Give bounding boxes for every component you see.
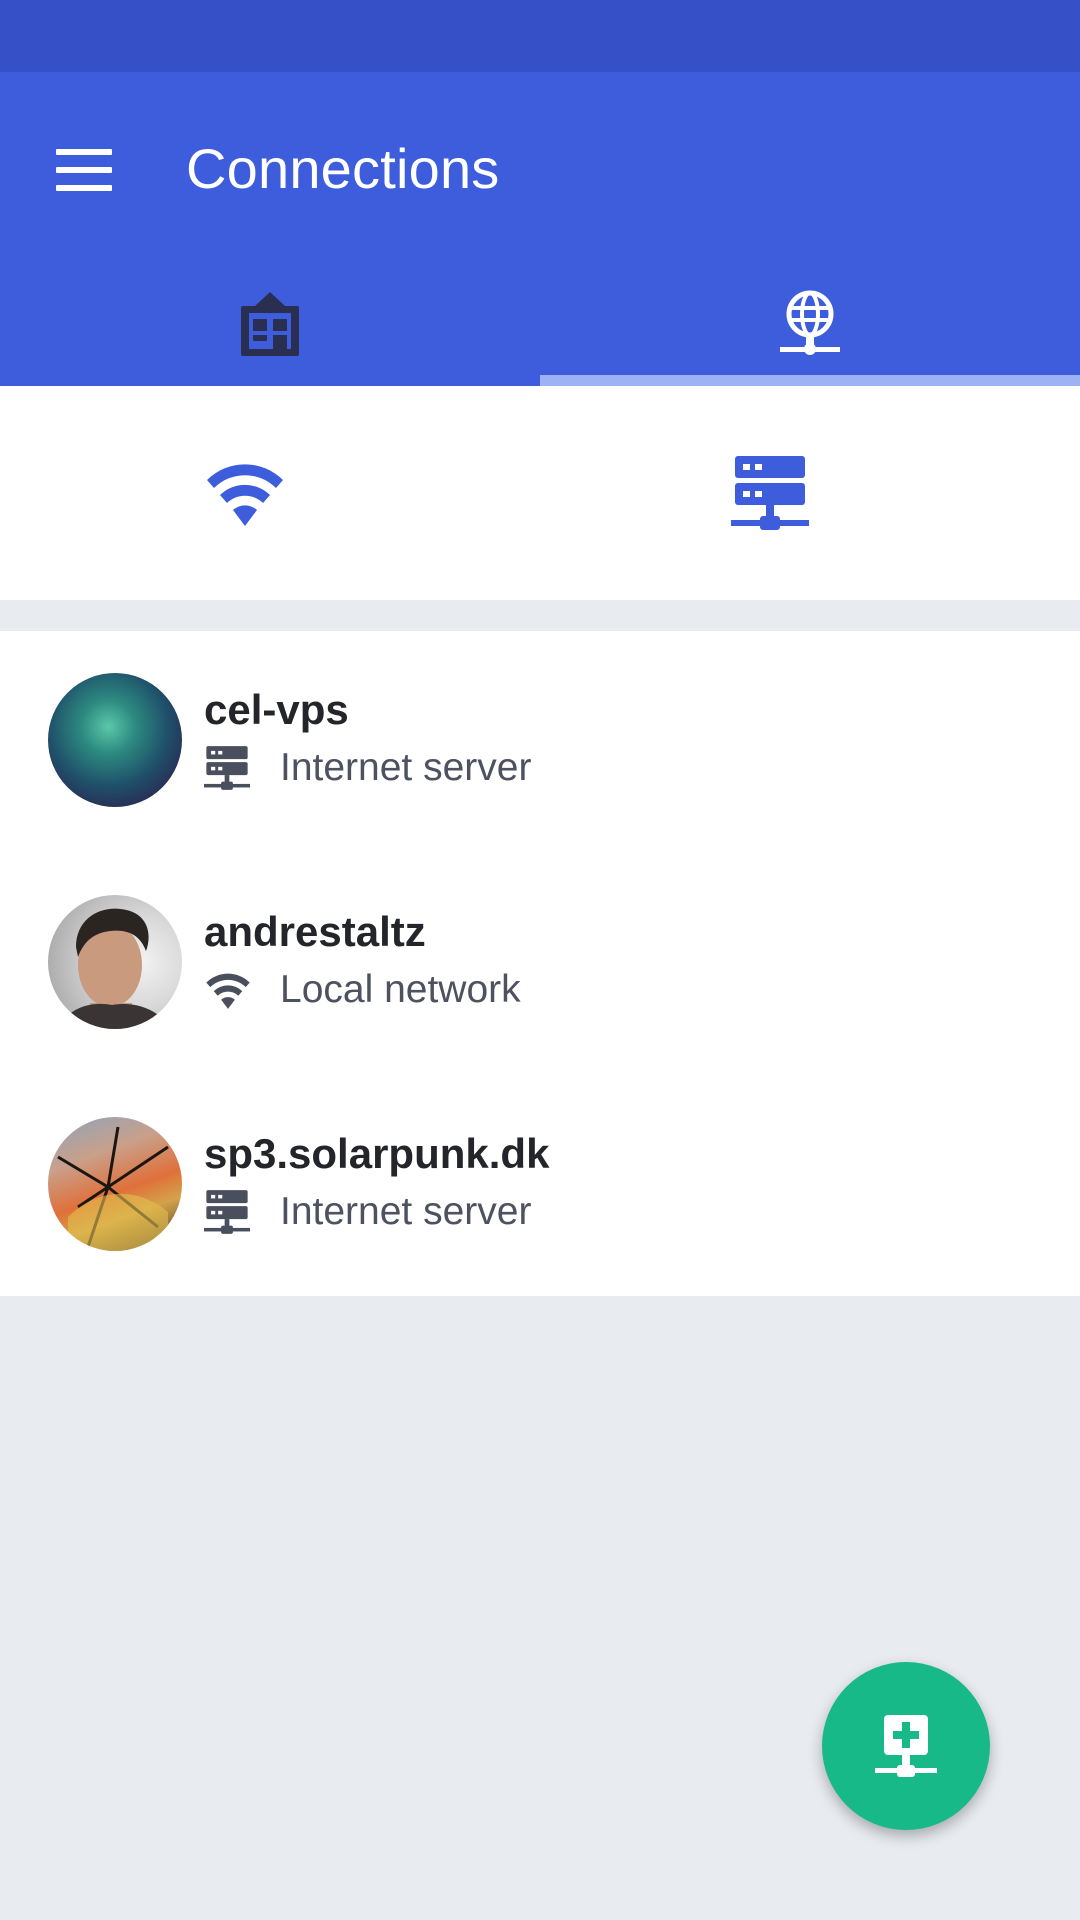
connection-type-label: Local network [280, 967, 521, 1011]
connection-type: Internet server [204, 743, 531, 793]
wifi-icon [204, 966, 256, 1014]
add-server-button[interactable] [822, 1662, 990, 1830]
server-icon [204, 1188, 256, 1236]
globe-network-icon [780, 290, 840, 355]
list-item[interactable]: andrestaltz Local network [0, 853, 1080, 1075]
subtab-local-network[interactable] [0, 386, 540, 600]
list-item[interactable]: sp3.solarpunk.dk Internet server [0, 1075, 1080, 1297]
building-icon [241, 292, 299, 356]
connection-type-label: Internet server [280, 1189, 532, 1233]
connection-type: Local network [204, 965, 521, 1015]
status-bar [0, 0, 1080, 72]
tab-internet[interactable] [540, 262, 1080, 386]
connection-list: cel-vps Internet server andrestaltz Loca… [0, 631, 1080, 1296]
tab-indicator [540, 375, 1080, 386]
list-item[interactable]: cel-vps Internet server [0, 631, 1080, 853]
avatar [48, 1117, 182, 1251]
connection-type: Internet server [204, 1187, 531, 1237]
app-bar: Connections [0, 72, 1080, 386]
avatar [48, 673, 182, 807]
connection-type-label: Internet server [280, 745, 532, 789]
page-title: Connections [186, 137, 500, 200]
hamburger-menu-icon[interactable] [50, 136, 118, 204]
connection-name: cel-vps [204, 686, 349, 733]
add-server-icon [875, 1715, 937, 1777]
subtab-bar [0, 386, 1080, 600]
avatar [48, 895, 182, 1029]
wifi-icon [207, 464, 283, 526]
tab-building[interactable] [0, 262, 540, 386]
server-icon [731, 456, 809, 530]
subtab-internet-server[interactable] [540, 386, 1080, 600]
connection-name: sp3.solarpunk.dk [204, 1130, 550, 1177]
server-icon [204, 744, 256, 792]
connection-name: andrestaltz [204, 908, 426, 955]
